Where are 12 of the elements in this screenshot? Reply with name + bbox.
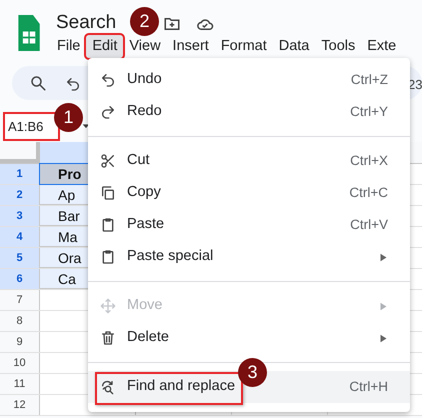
- menu-option-label: Find and replace: [127, 377, 236, 396]
- shortcut-text: Ctrl+H: [349, 378, 388, 396]
- shortcut-text: Ctrl+C: [349, 184, 388, 202]
- menu-option-label: Delete: [127, 328, 169, 348]
- shortcut-text: Ctrl+Y: [350, 102, 388, 121]
- menu-option-label: Redo: [127, 102, 162, 122]
- step-badge: 1: [54, 103, 83, 132]
- menu-option-label: Move: [127, 296, 162, 316]
- shortcut-text: Ctrl+V: [350, 216, 388, 234]
- shortcut-text: Ctrl+Z: [350, 70, 388, 89]
- menu-option-label: Undo: [127, 70, 162, 90]
- shortcut-text: Ctrl+X: [350, 152, 388, 170]
